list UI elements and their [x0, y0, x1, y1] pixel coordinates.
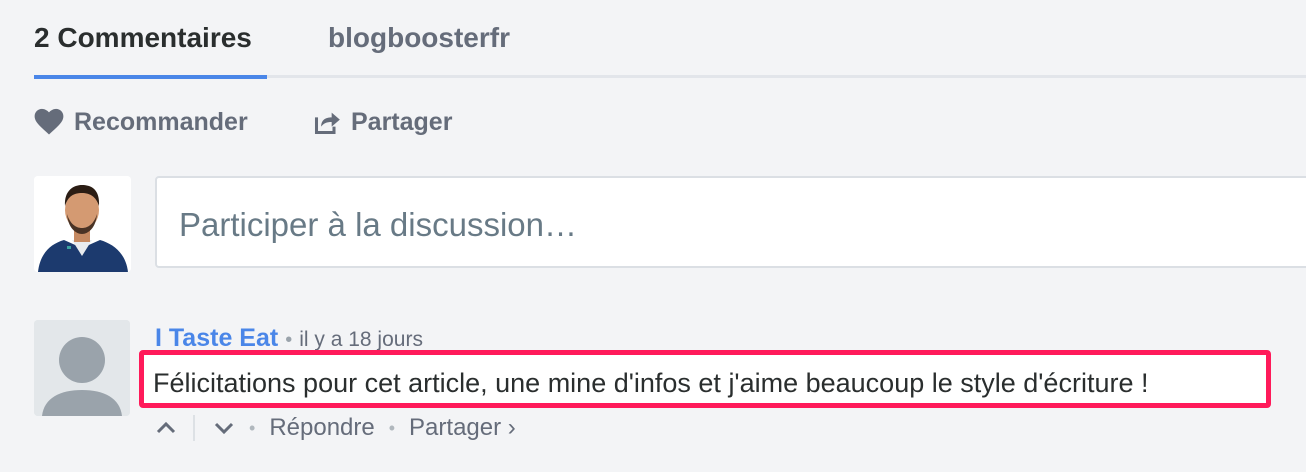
- recommend-label: Recommander: [74, 107, 248, 136]
- share-comment-link[interactable]: Partager ›: [409, 414, 516, 442]
- chevron-down-icon: [214, 422, 234, 435]
- guest-avatar[interactable]: [34, 320, 130, 416]
- heart-icon: [34, 108, 64, 136]
- upvote-button[interactable]: [155, 414, 177, 442]
- highlighted-comment: Félicitations pour cet article, une mine…: [139, 350, 1271, 408]
- downvote-button[interactable]: [213, 414, 235, 442]
- share-label: Partager: [351, 107, 453, 136]
- user-avatar[interactable]: [34, 176, 131, 272]
- active-tab-indicator: [34, 75, 267, 79]
- chevron-up-icon: [156, 421, 176, 434]
- comment-footer: • Répondre • Partager ›: [155, 412, 516, 444]
- footer-separator: •: [249, 417, 256, 438]
- share-icon: [313, 108, 341, 136]
- vote-divider: [193, 415, 195, 441]
- comment-tabs: 2 Commentaires blogboosterfr: [34, 0, 1306, 80]
- tab-site[interactable]: blogboosterfr: [328, 20, 510, 56]
- discussion-input[interactable]: Participer à la discussion…: [179, 206, 577, 244]
- header-separator: •: [285, 329, 293, 351]
- comment-timestamp[interactable]: il y a 18 jours: [299, 328, 423, 352]
- share-button[interactable]: Partager: [313, 104, 452, 140]
- comment-composer[interactable]: Participer à la discussion…: [155, 176, 1306, 268]
- comment-text: Félicitations pour cet article, une mine…: [153, 368, 1149, 398]
- reply-link[interactable]: Répondre: [269, 414, 374, 442]
- recommend-button[interactable]: Recommander: [34, 104, 248, 140]
- tab-comments[interactable]: 2 Commentaires: [34, 20, 252, 56]
- footer-separator: •: [388, 417, 396, 438]
- comment-author[interactable]: I Taste Eat: [155, 324, 278, 353]
